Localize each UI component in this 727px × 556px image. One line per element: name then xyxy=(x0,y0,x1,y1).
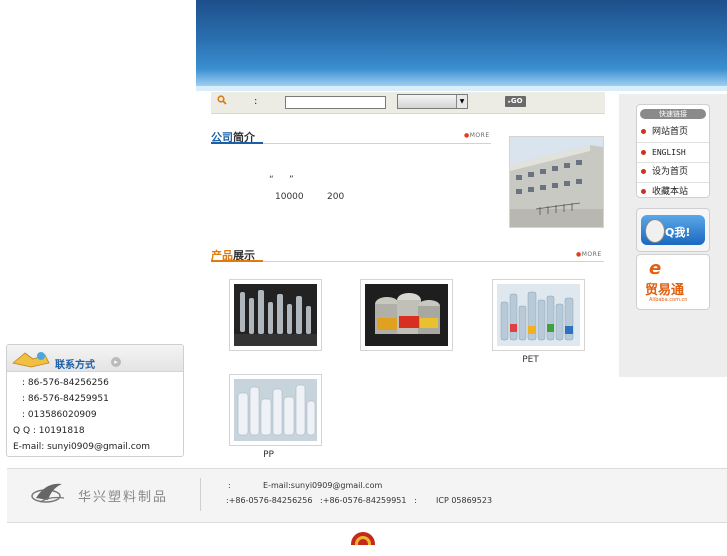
products-more-label: MORE xyxy=(581,251,602,258)
footer-icp[interactable]: ICP 05869523 xyxy=(436,496,492,505)
about-number-staff: 200 xyxy=(327,192,345,202)
product-image-pet-bottles xyxy=(497,284,580,346)
footer-email[interactable]: E-mail:sunyi0909@gmail.com xyxy=(263,481,382,490)
quicklink-label: 设为首页 xyxy=(652,167,689,177)
quicklink-bookmark[interactable]: 收藏本站 xyxy=(637,183,709,202)
product-image-preforms xyxy=(234,284,317,346)
product-thumbnail[interactable] xyxy=(229,374,322,446)
quicklink-english[interactable]: ENGLISH xyxy=(637,143,709,163)
contact-phone-2: : 86-576-84259951 xyxy=(22,394,109,404)
contact-title: 联系方式 xyxy=(55,360,95,371)
contact-phone-1: : 86-576-84256256 xyxy=(22,378,109,388)
search-icon xyxy=(217,95,227,105)
qq-label: Q我! xyxy=(665,226,691,239)
about-more-link[interactable]: ●MORE xyxy=(464,132,490,139)
bullet-icon xyxy=(641,169,646,174)
product-thumbnail[interactable] xyxy=(229,279,322,351)
arrow-right-icon[interactable]: ▸ xyxy=(111,357,121,367)
about-number-area: 10000 xyxy=(275,192,304,202)
footer-company-name: 华兴塑料制品 xyxy=(78,490,169,505)
bullet-icon xyxy=(641,150,646,155)
bullet-icon xyxy=(641,189,646,194)
alibaba-logo-icon: e xyxy=(649,258,662,279)
contact-box: 联系方式 ▸ : 86-576-84256256 : 86-576-842599… xyxy=(6,344,184,457)
banner-divider xyxy=(196,86,727,91)
product-image-cans xyxy=(365,284,448,346)
about-more-label: MORE xyxy=(469,132,490,139)
chevron-down-icon[interactable]: ▼ xyxy=(456,95,467,108)
about-quote-left: “ xyxy=(269,175,274,185)
quicklink-label: 网站首页 xyxy=(652,127,689,137)
about-title-underline xyxy=(211,142,263,144)
products-more-link[interactable]: ●MORE xyxy=(576,251,602,258)
products-title-underline xyxy=(211,260,263,262)
contact-qq: Q Q : 10191818 xyxy=(13,426,85,436)
footer-divider xyxy=(200,478,201,511)
qq-penguin-icon xyxy=(645,219,665,243)
police-badge-icon[interactable] xyxy=(350,530,376,556)
product-caption-pet[interactable]: PET xyxy=(484,355,577,365)
quicklink-label: 收藏本站 xyxy=(652,187,689,197)
product-thumbnail[interactable] xyxy=(492,279,585,351)
quicklink-home[interactable]: 网站首页 xyxy=(637,123,709,143)
product-caption-pp[interactable]: PP xyxy=(222,450,315,460)
footer-address-label: : xyxy=(228,481,231,490)
contact-mobile: : 013586020909 xyxy=(22,410,97,420)
footer-phones: :+86-0576-84256256 :+86-0576-84259951 : xyxy=(226,496,417,505)
company-logo-icon xyxy=(30,478,68,508)
alibaba-sub-label: Alibaba.com.cn xyxy=(649,297,688,303)
quicklinks-box: 快速链接 网站首页 ENGLISH 设为首页 收藏本站 xyxy=(636,104,710,198)
about-quote-right: ” xyxy=(289,175,294,185)
search-category-select[interactable]: ▼ xyxy=(397,94,468,109)
bullet-icon xyxy=(641,129,646,134)
factory-photo xyxy=(509,136,604,228)
go-label: GO xyxy=(510,97,523,105)
quicklink-set-homepage[interactable]: 设为首页 xyxy=(637,163,709,183)
go-button[interactable]: ▸GO xyxy=(505,96,526,107)
quicklinks-title: 快速链接 xyxy=(640,109,706,119)
search-label: : xyxy=(254,96,258,107)
header-banner xyxy=(196,0,727,86)
qq-contact-button[interactable]: Q我! xyxy=(636,208,710,252)
contact-email[interactable]: E-mail: sunyi0909@gmail.com xyxy=(13,442,150,452)
about-section-line xyxy=(263,143,491,144)
products-section-line xyxy=(263,261,604,262)
quicklink-label: ENGLISH xyxy=(652,148,686,157)
search-input[interactable] xyxy=(285,96,386,109)
alibaba-trademanager-button[interactable]: e 贸易通 Alibaba.com.cn xyxy=(636,254,710,310)
contact-book-icon xyxy=(11,349,51,369)
product-thumbnail[interactable] xyxy=(360,279,453,351)
product-image-pp-bottles xyxy=(234,379,317,441)
alibaba-label: 贸易通 xyxy=(645,283,685,298)
